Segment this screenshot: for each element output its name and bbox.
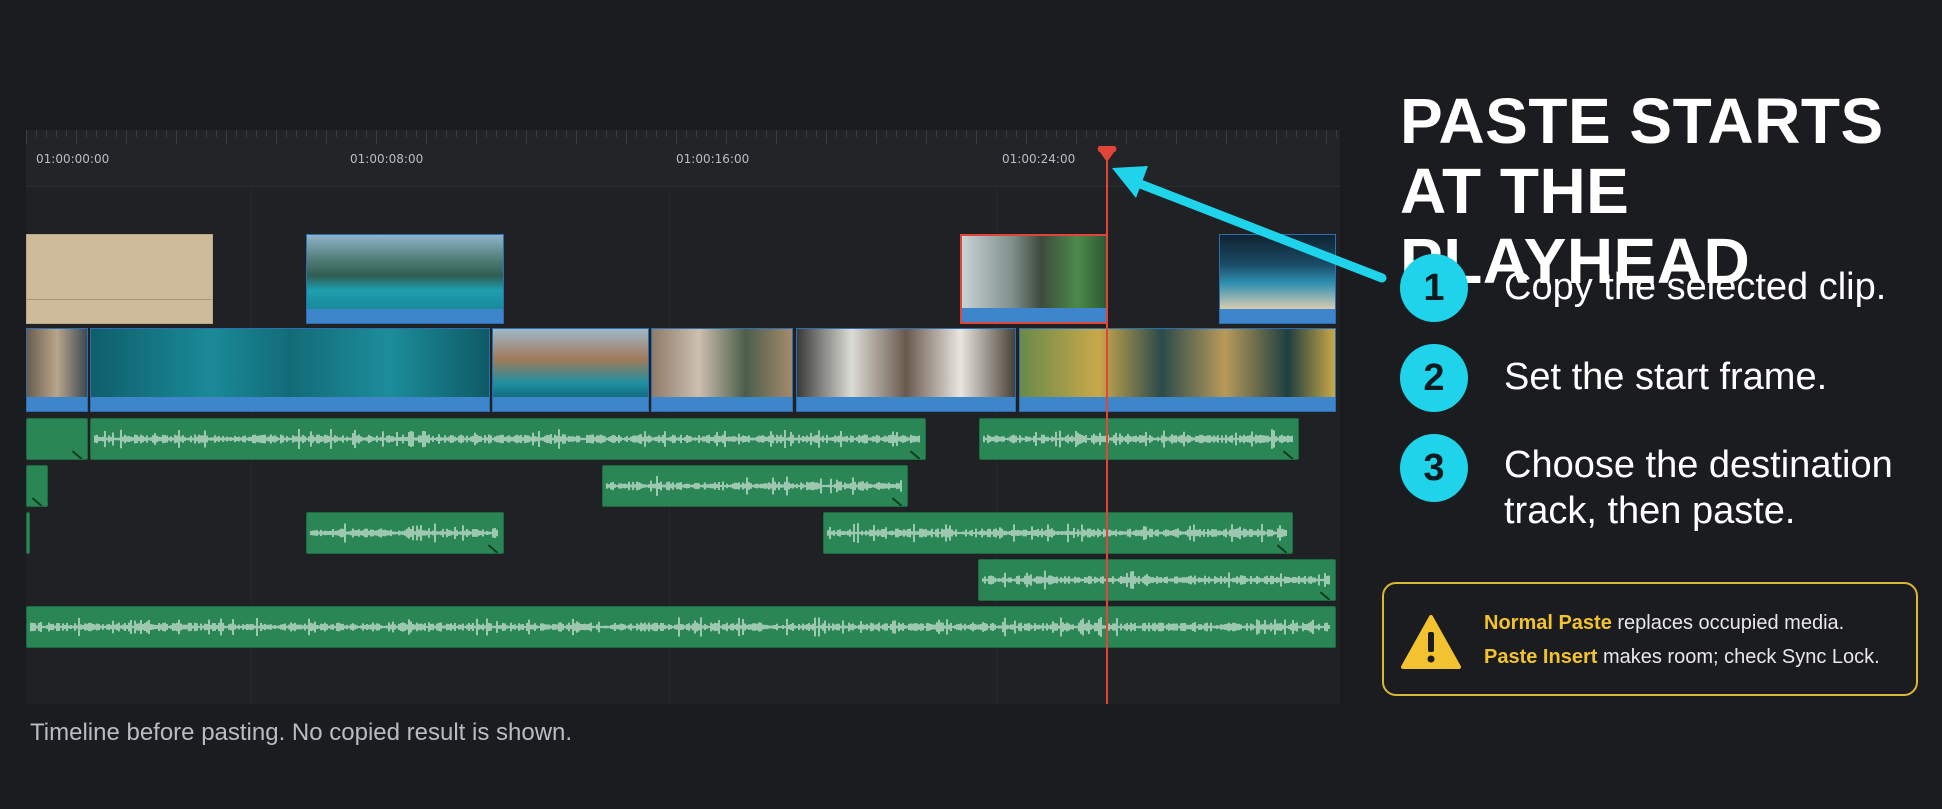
- playhead-marker-icon[interactable]: [1097, 148, 1117, 162]
- step-number-badge: 1: [1400, 254, 1468, 322]
- warning-text: replaces occupied media.: [1611, 612, 1845, 634]
- warning-callout: Normal Paste replaces occupied media. Pa…: [1382, 582, 1918, 696]
- step-text-line: Choose the destination: [1504, 444, 1893, 486]
- timeline-panel[interactable]: 01:00:00:00 01:00:08:00 01:00:16:00 01:0…: [26, 130, 1340, 704]
- title-line: PASTE STARTS: [1400, 85, 1884, 157]
- step-number-badge: 2: [1400, 344, 1468, 412]
- video-clip[interactable]: [306, 234, 504, 324]
- timecode-label: 01:00:16:00: [676, 152, 750, 166]
- warning-line-2: Paste Insert makes room; check Sync Lock…: [1484, 646, 1880, 669]
- step-3: 3 Choose the destination track, then pas…: [1400, 434, 1893, 534]
- audio-clip[interactable]: [26, 465, 48, 507]
- waveform: [310, 523, 498, 543]
- waveform: [94, 429, 920, 449]
- warning-highlight: Normal Paste: [1484, 612, 1612, 634]
- audio-clip[interactable]: [823, 512, 1293, 554]
- audio-clip[interactable]: [602, 465, 908, 507]
- warning-line-1: Normal Paste replaces occupied media.: [1484, 612, 1844, 635]
- timeline-ruler[interactable]: 01:00:00:00 01:00:08:00 01:00:16:00 01:0…: [26, 130, 1340, 187]
- video-clip[interactable]: [651, 328, 793, 412]
- waveform: [606, 476, 902, 496]
- video-clip[interactable]: [26, 234, 213, 324]
- waveform: [982, 570, 1330, 590]
- audio-clip[interactable]: [26, 418, 88, 460]
- waveform: [983, 429, 1293, 449]
- waveform: [30, 617, 1330, 637]
- step-text-line: track, then paste.: [1504, 490, 1796, 532]
- video-clip[interactable]: [1219, 234, 1336, 324]
- video-clip[interactable]: [492, 328, 649, 412]
- selected-video-clip[interactable]: [960, 234, 1108, 324]
- step-text: Copy the selected clip.: [1504, 266, 1887, 308]
- video-clip[interactable]: [26, 328, 88, 412]
- step-2: 2 Set the start frame.: [1400, 344, 1827, 412]
- audio-clip[interactable]: [90, 418, 926, 460]
- video-clip[interactable]: [1019, 328, 1336, 412]
- audio-clip[interactable]: [979, 418, 1299, 460]
- audio-clip[interactable]: [26, 606, 1336, 648]
- timecode-label: 01:00:08:00: [350, 152, 424, 166]
- step-text: Set the start frame.: [1504, 356, 1828, 398]
- audio-clip[interactable]: [978, 559, 1336, 601]
- warning-triangle-icon: [1401, 615, 1461, 669]
- step-number-badge: 3: [1400, 434, 1468, 502]
- timecode-label: 01:00:24:00: [1002, 152, 1076, 166]
- timeline-caption: Timeline before pasting. No copied resul…: [30, 719, 573, 746]
- step-1: 1 Copy the selected clip.: [1400, 254, 1886, 322]
- audio-clip[interactable]: [26, 512, 30, 554]
- video-clip[interactable]: [90, 328, 490, 412]
- warning-highlight: Paste Insert: [1484, 646, 1598, 668]
- timecode-label: 01:00:00:00: [36, 152, 110, 166]
- warning-text: makes room; check Sync Lock.: [1597, 646, 1880, 668]
- step-text: Choose the destination track, then paste…: [1504, 442, 1893, 534]
- video-clip[interactable]: [796, 328, 1016, 412]
- playhead[interactable]: [1106, 150, 1108, 704]
- audio-clip[interactable]: [306, 512, 504, 554]
- waveform: [827, 523, 1287, 543]
